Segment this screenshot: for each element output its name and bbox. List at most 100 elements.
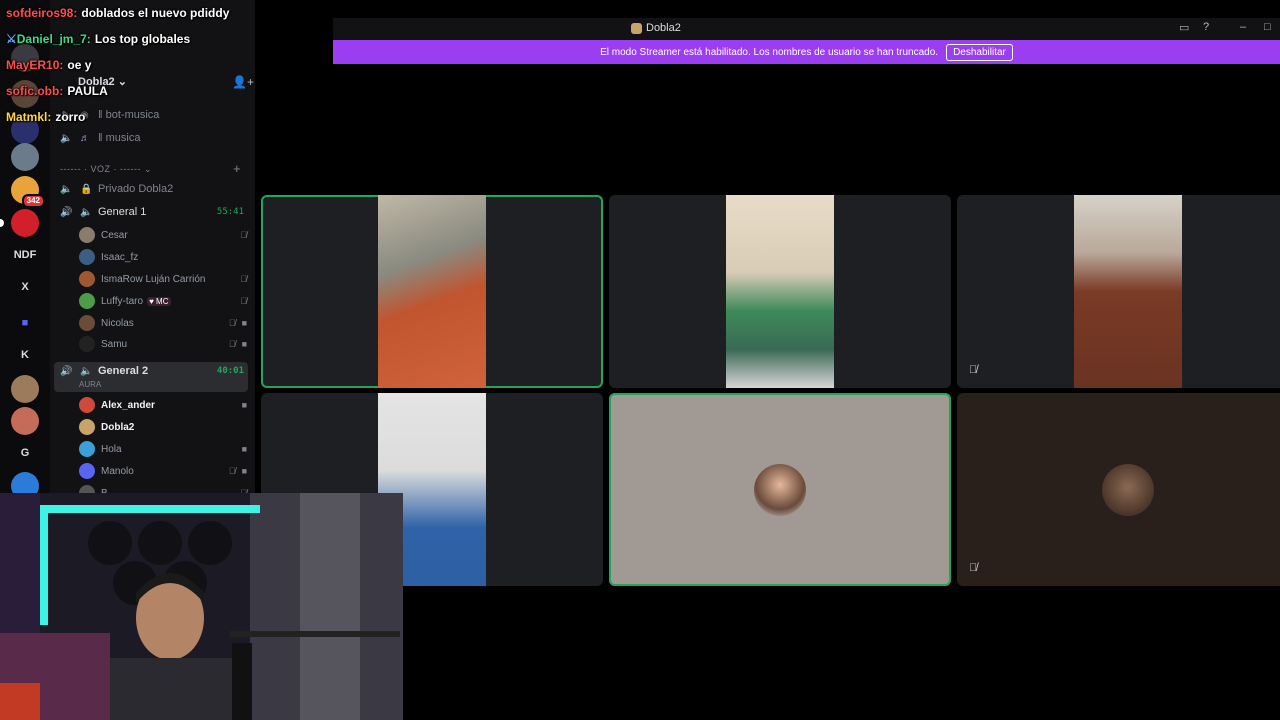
voice-category[interactable]: ------ · VOZ · ------ ⌄ — [60, 164, 152, 175]
username: Hola — [101, 443, 122, 455]
add-user-icon[interactable]: 👤+ — [232, 75, 254, 89]
mic-muted-icon: 🎙̸ — [969, 364, 978, 376]
video-tile[interactable]: 🎙̸ — [957, 195, 1280, 388]
chat-message: sofic.obb: PAULA — [6, 84, 108, 98]
voice-user[interactable]: Isaac_fz — [79, 248, 251, 266]
speaker-icon: 🔈 — [60, 183, 73, 195]
channel-musica[interactable]: 🔈 ♬ ‖ musica — [60, 129, 250, 147]
server-icon-5[interactable]: 342 — [11, 176, 45, 208]
disable-button[interactable]: Deshabilitar — [946, 43, 1013, 61]
server-icon-x[interactable]: X — [11, 273, 39, 301]
voice-user[interactable]: Hola ■ — [79, 440, 251, 458]
mic-muted-icon: 🎙̸ — [240, 230, 247, 240]
username: Nicolas — [101, 317, 134, 329]
voice-user[interactable]: Manolo 🎙̸ ■ — [79, 462, 251, 480]
video-tile[interactable] — [261, 195, 603, 388]
help-icon[interactable]: ? — [1203, 21, 1209, 33]
avatar — [79, 419, 95, 435]
avatar — [79, 249, 95, 265]
avatar — [79, 227, 95, 243]
chat-message: sofdeiros98: doblados el nuevo pdiddy — [6, 6, 229, 20]
voice-user[interactable]: IsmaRow Luján Carrión 🎙̸ — [79, 270, 251, 288]
username: Dobla2 — [101, 421, 135, 433]
channel-label: Privado Dobla2 — [98, 183, 174, 195]
server-icon-g[interactable]: G — [11, 439, 39, 467]
server-icon-7[interactable] — [11, 407, 39, 435]
username: Samu — [101, 338, 128, 350]
camera-icon: ■ — [241, 400, 247, 410]
camera-icon: ■ — [241, 466, 247, 476]
server-icon-6[interactable] — [11, 375, 39, 403]
video-tile[interactable] — [609, 393, 951, 586]
webcam-overlay — [0, 493, 403, 720]
server-icon-k[interactable]: K — [11, 341, 39, 369]
webcam-feed — [0, 493, 403, 720]
chat-username: sofdeiros98: — [6, 6, 78, 20]
server-icon-spiderman[interactable] — [11, 209, 39, 237]
channel-privado[interactable]: 🔈 🔒 Privado Dobla2 — [60, 180, 250, 198]
username: IsmaRow Luján Carrión — [101, 273, 206, 285]
channel-general-1[interactable]: 🔊 🔈 General 1 55:41 — [60, 203, 250, 221]
server-icon-ndf[interactable]: NDF — [11, 241, 39, 269]
channel-bot-musica[interactable]: 🔈 ◉ ‖ bot-musica — [60, 106, 250, 124]
user-tag: ♥ MC — [147, 296, 171, 306]
avatar — [79, 293, 95, 309]
chat-message: Matmkl: zorro — [6, 110, 85, 124]
folder-icon[interactable]: ■ — [11, 309, 39, 337]
chat-username: Matmkl: — [6, 110, 52, 124]
username: Alex_ander — [101, 399, 155, 411]
voice-user[interactable]: Nicolas 🎙̸ ■ — [79, 314, 251, 332]
video-tile[interactable] — [609, 195, 951, 388]
chat-message: ⚔Daniel_jm_7: Los top globales — [6, 32, 190, 46]
banner-text: El modo Streamer está habilitado. Los no… — [600, 46, 939, 58]
mic-muted-icon: 🎙̸ — [228, 339, 236, 349]
avatar — [79, 441, 95, 457]
channel-general-2[interactable]: 🔊 🔈 General 2 40:01 — [60, 362, 250, 380]
voice-user[interactable]: Alex_ander ■ — [79, 396, 251, 414]
mic-muted-icon: 🎙̸ — [228, 466, 236, 476]
channel-label: ‖ — [98, 109, 106, 121]
server-icon-small — [631, 23, 642, 34]
inbox-icon[interactable]: ▭ — [1179, 21, 1189, 34]
chat-text: PAULA — [67, 84, 108, 98]
speaker-icon: 🔊 — [60, 206, 73, 218]
chat-text: doblados el nuevo pdiddy — [81, 6, 230, 20]
call-timer: 40:01 — [216, 366, 244, 376]
sword-icon: ⚔ — [6, 32, 17, 46]
avatar — [79, 315, 95, 331]
channel-label: General 1 — [98, 206, 147, 218]
voice-user[interactable]: Luffy-taro ♥ MC 🎙̸ — [79, 292, 251, 310]
speaker-icon: 🔊 — [60, 365, 73, 377]
username: Isaac_fz — [101, 251, 139, 263]
chat-message: MayER10: oe y — [6, 58, 91, 72]
voice-icon: 🔈 — [80, 206, 93, 218]
chat-username: Daniel_jm_7: — [16, 32, 91, 46]
add-channel-icon[interactable]: + — [233, 161, 241, 176]
chat-text: Los top globales — [94, 32, 191, 46]
call-timer: 55:41 — [216, 207, 244, 217]
voice-user[interactable]: Samu 🎙̸ ■ — [79, 335, 251, 353]
avatar — [79, 336, 95, 352]
camera-icon: ■ — [241, 318, 247, 328]
mic-muted-icon: 🎙̸ — [969, 562, 978, 574]
server-icon-4[interactable] — [11, 143, 39, 171]
mic-muted-icon: 🎙̸ — [240, 296, 247, 306]
voice-user[interactable]: Cesar 🎙̸ — [79, 226, 251, 244]
camera-icon: ■ — [241, 444, 247, 454]
minimize-icon[interactable]: – — [1240, 21, 1246, 33]
chat-text: oe y — [67, 58, 92, 72]
camera-icon: ■ — [241, 339, 247, 349]
chat-username: MayER10: — [6, 58, 64, 72]
voice-icon: 🔈 — [80, 365, 93, 377]
channel-label: bot-musica — [105, 109, 160, 121]
voice-user[interactable]: Dobla2 — [79, 418, 251, 436]
video-feed — [726, 195, 834, 388]
username: Cesar — [101, 229, 128, 241]
channel-label: musica — [105, 132, 141, 144]
selected-pill — [0, 219, 4, 227]
user-avatar — [1102, 463, 1154, 516]
channel-label: General 2 — [98, 365, 149, 377]
avatar — [79, 463, 95, 479]
video-tile[interactable]: 🎙̸ — [957, 393, 1280, 586]
maximize-icon[interactable]: □ — [1264, 21, 1271, 33]
